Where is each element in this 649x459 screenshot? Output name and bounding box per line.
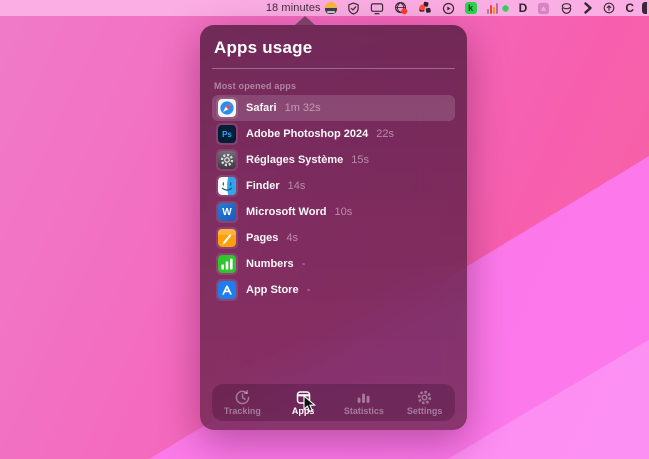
menubar-shapes-item[interactable]	[413, 0, 437, 16]
menubar-screen-item[interactable]	[532, 0, 555, 16]
word-icon: W	[218, 203, 236, 221]
app-usage-row[interactable]: Pages 4s	[212, 225, 455, 251]
menubar-chevron-item[interactable]	[578, 0, 598, 16]
app-usage-row[interactable]: Ps Adobe Photoshop 2024 22s	[212, 121, 455, 147]
menubar-display-item[interactable]	[365, 0, 389, 16]
shield-check-icon	[347, 2, 360, 15]
app-usage-list: Safari 1m 32s Ps Adobe Photoshop 2024 22s Rég…	[212, 95, 455, 303]
app-duration: 15s	[351, 154, 369, 166]
green-dot-icon	[502, 5, 509, 12]
app-icon-wrap	[216, 175, 238, 197]
app-duration: -	[302, 258, 306, 270]
shapes-red-badge-icon	[418, 1, 432, 15]
app-icon-wrap	[216, 253, 238, 275]
tab-apps[interactable]: Apps	[273, 384, 334, 421]
kaleidoscope-k-icon: k	[465, 2, 477, 14]
menubar-play-item[interactable]	[437, 0, 460, 16]
divider	[212, 68, 455, 69]
app-store-icon	[218, 281, 236, 299]
stack-icon	[560, 2, 573, 15]
statistics-bars-icon	[355, 389, 372, 406]
apps-window-icon	[295, 389, 312, 406]
app-usage-row[interactable]: Safari 1m 32s	[212, 95, 455, 121]
app-name: Numbers	[246, 258, 294, 270]
letter-d-icon: D	[519, 2, 528, 14]
system-settings-icon	[218, 151, 236, 169]
app-duration: 4s	[286, 232, 298, 244]
tracking-clock-icon	[234, 389, 251, 406]
app-usage-row[interactable]: App Store-	[212, 277, 455, 303]
technologist-emoji-icon	[325, 2, 337, 14]
stats-bars-icon	[487, 3, 498, 14]
chevron-right-icon	[583, 2, 593, 14]
app-name: Finder	[246, 180, 280, 192]
menubar-web-item[interactable]	[389, 0, 413, 16]
app-duration: 22s	[376, 128, 394, 140]
app-name: Pages	[246, 232, 278, 244]
letter-c-icon: C	[625, 2, 634, 14]
apps-usage-popover: Apps usage Most opened apps Safari 1m 32s…	[200, 25, 467, 430]
numbers-icon	[218, 255, 236, 273]
menubar-d-item[interactable]: D	[514, 0, 533, 16]
photoshop-icon: Ps	[218, 125, 236, 143]
tab-label: Apps	[292, 407, 315, 416]
tab-statistics[interactable]: Statistics	[334, 384, 395, 421]
app-usage-row[interactable]: Finder 14s	[212, 173, 455, 199]
section-label: Most opened apps	[214, 81, 455, 91]
safari-icon	[218, 99, 236, 117]
app-usage-row[interactable]: Réglages Système 15s	[212, 147, 455, 173]
tab-tracking[interactable]: Tracking	[212, 384, 273, 421]
menubar-app-title: 18 minutes	[266, 2, 321, 14]
app-usage-row[interactable]: Numbers-	[212, 251, 455, 277]
menubar-stats-item[interactable]	[482, 0, 514, 16]
app-name: Adobe Photoshop 2024	[246, 128, 368, 140]
web-red-badge-icon	[394, 1, 408, 15]
menubar-c-item[interactable]: C	[620, 0, 639, 16]
circle-up-icon	[603, 2, 615, 14]
tab-bar: Tracking Apps Statistics Settings	[212, 384, 455, 421]
finder-icon	[218, 177, 236, 195]
menubar-kaleidoscope-item[interactable]: k	[460, 0, 482, 16]
settings-gear-icon	[416, 389, 433, 406]
display-icon	[370, 2, 384, 15]
edge-partial-icon[interactable]	[642, 2, 647, 14]
menubar-shield-item[interactable]	[342, 0, 365, 16]
app-icon-wrap	[216, 149, 238, 171]
app-duration: 14s	[288, 180, 306, 192]
app-icon-wrap	[216, 97, 238, 119]
app-duration: -	[307, 284, 311, 296]
app-name: Microsoft Word	[246, 206, 326, 218]
app-icon-wrap: Ps	[216, 123, 238, 145]
app-name: Safari	[246, 102, 277, 114]
app-usage-row[interactable]: W Microsoft Word 10s	[212, 199, 455, 225]
app-duration: 1m 32s	[285, 102, 321, 114]
menu-bar: 18 minutes k D C	[0, 0, 649, 16]
tab-settings[interactable]: Settings	[394, 384, 455, 421]
screen-dim-icon	[537, 2, 550, 15]
tab-label: Statistics	[344, 407, 384, 416]
menubar-app-item[interactable]: 18 minutes	[261, 0, 342, 16]
app-name: App Store	[246, 284, 299, 296]
app-name: Réglages Système	[246, 154, 343, 166]
app-icon-wrap	[216, 279, 238, 301]
app-duration: 10s	[334, 206, 352, 218]
play-circle-icon	[442, 2, 455, 15]
tab-label: Tracking	[224, 407, 261, 416]
app-icon-wrap	[216, 227, 238, 249]
tab-label: Settings	[407, 407, 443, 416]
menubar-update-item[interactable]	[598, 0, 620, 16]
pages-icon	[218, 229, 236, 247]
menubar-stack-item[interactable]	[555, 0, 578, 16]
app-icon-wrap: W	[216, 201, 238, 223]
page-title: Apps usage	[212, 38, 455, 58]
